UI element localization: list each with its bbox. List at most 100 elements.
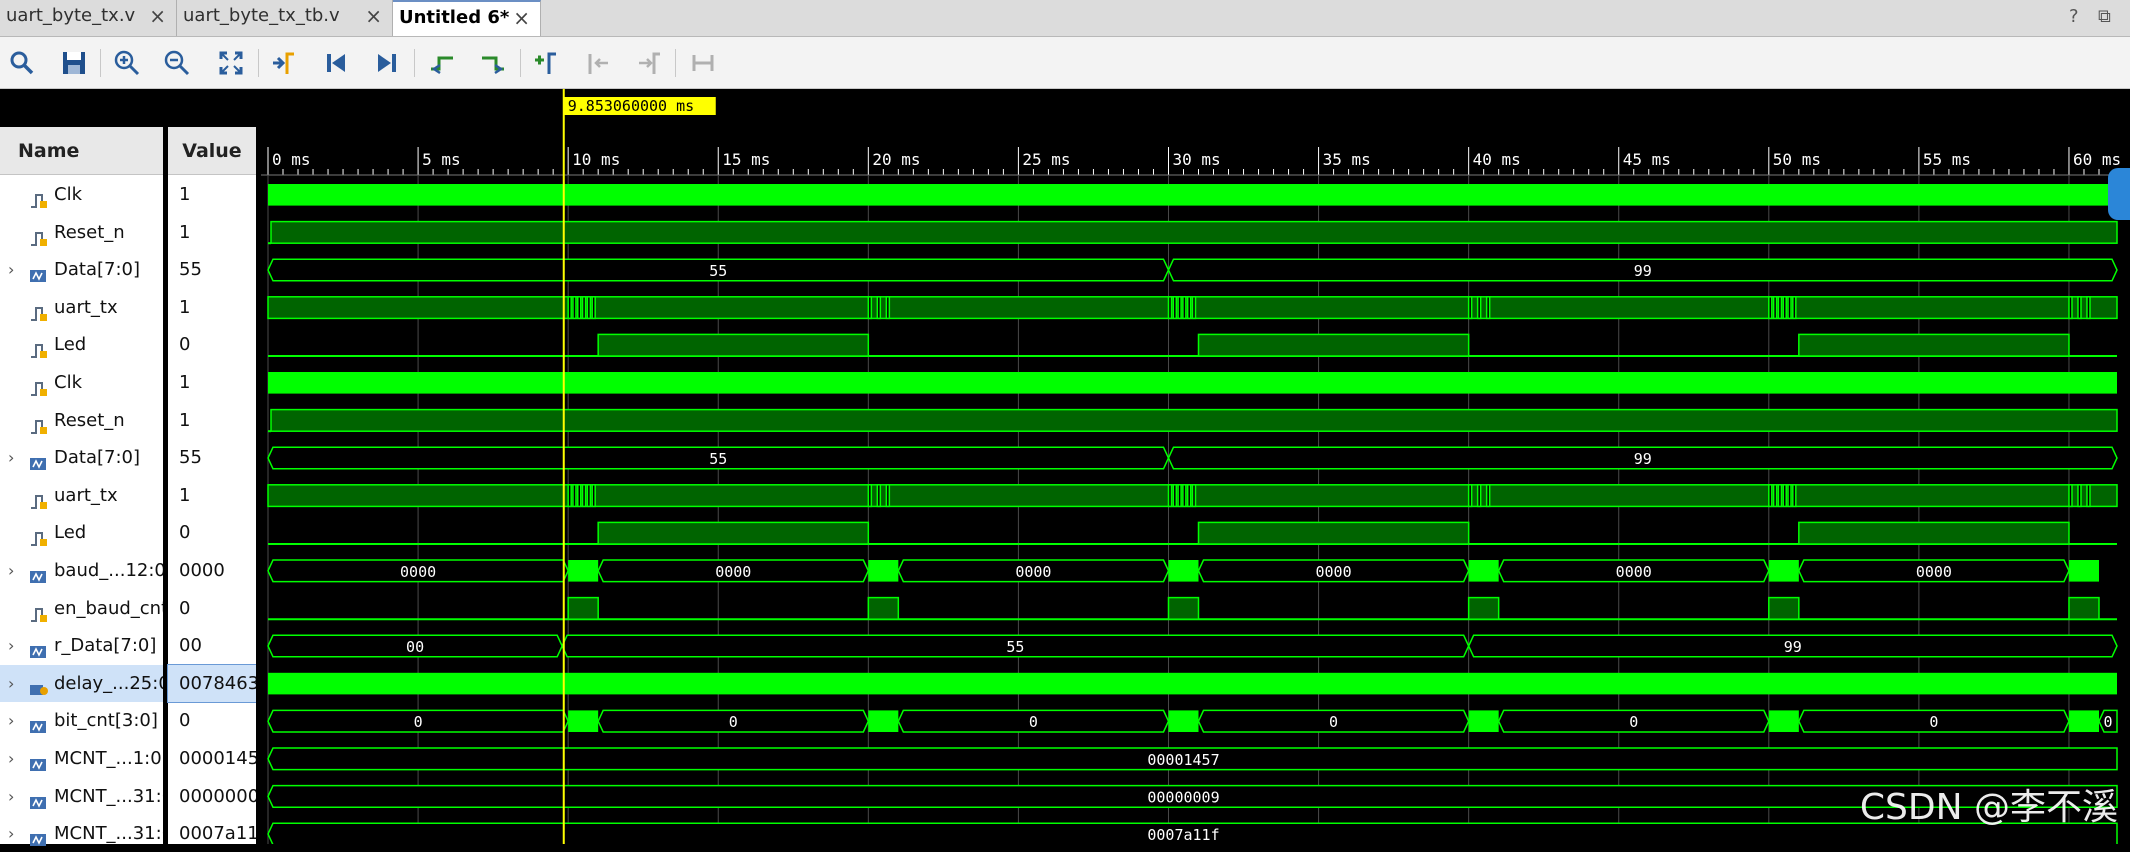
go-to-time-0-icon[interactable] <box>322 49 350 77</box>
tab-uart-byte-tx[interactable]: uart_byte_tx.v × <box>0 0 177 36</box>
signal-row[interactable]: Led <box>0 326 163 363</box>
chevron-right-icon[interactable]: › <box>8 439 14 476</box>
signal-row[interactable]: › r_Data[7:0] <box>0 627 163 664</box>
chevron-right-icon[interactable]: › <box>8 740 14 777</box>
signal-name: uart_tx <box>54 296 118 318</box>
close-icon[interactable]: × <box>365 0 382 32</box>
ruler-tick-label: 10 ms <box>572 150 620 169</box>
bus-signal-icon <box>29 750 49 771</box>
signal-row[interactable]: Clk <box>0 176 163 213</box>
dense-transition-block <box>568 710 599 732</box>
bus-value-label: 0000 <box>1015 563 1051 581</box>
chevron-right-icon[interactable]: › <box>8 627 14 664</box>
signal-value[interactable]: 1 <box>168 477 256 514</box>
chevron-right-icon[interactable]: › <box>8 665 14 702</box>
signal-value[interactable]: 00001457 <box>168 740 256 777</box>
search-icon[interactable] <box>8 49 36 77</box>
signal-value[interactable]: 0 <box>168 514 256 551</box>
signal-value[interactable]: 55 <box>168 439 256 476</box>
bus-value-label: 0000 <box>1316 563 1352 581</box>
bus-signal-icon <box>29 637 49 659</box>
dense-transition-block <box>1168 560 1199 582</box>
chevron-right-icon[interactable]: › <box>8 778 14 815</box>
chevron-right-icon[interactable]: › <box>8 702 14 739</box>
signal-row[interactable]: Reset_n <box>0 214 163 251</box>
signal-value[interactable]: 0 <box>168 702 256 739</box>
signal-row[interactable]: › Data[7:0] <box>0 439 163 476</box>
uart-bit-pulse <box>2086 296 2091 320</box>
add-marker-icon[interactable] <box>532 49 560 77</box>
dense-bus-signal-icon <box>29 675 49 695</box>
signal-value[interactable]: 1 <box>168 364 256 401</box>
signal-row[interactable]: › Data[7:0] <box>0 251 163 288</box>
bus-signal-icon <box>29 788 49 809</box>
signal-row[interactable]: en_baud_cnt <box>0 590 163 627</box>
close-icon[interactable]: × <box>513 2 530 34</box>
signal-value[interactable]: 1 <box>168 289 256 326</box>
restore-icon[interactable]: ⧉ <box>2098 6 2111 27</box>
collapse-panel-handle[interactable] <box>2108 168 2130 220</box>
close-icon[interactable]: × <box>149 0 166 32</box>
uart-bit-pulse <box>586 296 592 320</box>
bus-value-label: 0007a11f <box>1147 826 1219 844</box>
bus-value-label: 0 <box>1629 713 1638 731</box>
signal-value[interactable]: 1 <box>168 176 256 213</box>
go-to-cursor-icon[interactable] <box>270 49 298 77</box>
signal-row[interactable]: › bit_cnt[3:0] <box>0 702 163 739</box>
signal-row[interactable]: › MCNT_...31:0 <box>0 815 163 852</box>
previous-transition-icon[interactable] <box>428 49 456 77</box>
signal-value[interactable]: 00 <box>168 627 256 664</box>
signal-row[interactable]: uart_tx <box>0 289 163 326</box>
waveform-viewer[interactable]: 0 ms 5 ms 10 ms 15 ms 20 ms 25 ms 30 ms 35 ms 40… <box>261 89 2130 846</box>
signal-row[interactable]: Clk <box>0 364 163 401</box>
signal-row[interactable]: Led <box>0 514 163 551</box>
zoom-in-icon[interactable] <box>113 49 141 77</box>
signal-value[interactable]: 0007a11f <box>168 815 256 852</box>
chevron-right-icon[interactable]: › <box>8 815 14 852</box>
name-column-header[interactable]: Name <box>0 127 163 175</box>
uart-bit-pulse <box>1485 484 1491 508</box>
clock-wave <box>268 372 2117 394</box>
bus-signal-icon <box>29 562 49 583</box>
signal-value[interactable]: 1 <box>168 214 256 251</box>
signal-row[interactable]: Reset_n <box>0 402 163 439</box>
next-transition-icon[interactable] <box>479 49 507 77</box>
tab-untitled-6[interactable]: Untitled 6* × <box>393 0 541 36</box>
zoom-out-icon[interactable] <box>163 49 191 77</box>
save-icon[interactable] <box>60 49 88 77</box>
uart-bit-pulse <box>1777 484 1783 508</box>
bus-value-label: 0 <box>1329 713 1338 731</box>
signal-value[interactable]: 55 <box>168 251 256 288</box>
tab-uart-byte-tx-tb[interactable]: uart_byte_tx_tb.v × <box>177 0 393 36</box>
signal-row[interactable]: › baud_...12:0] <box>0 552 163 589</box>
signal-value-text: 0 <box>179 334 191 356</box>
go-to-last-time-icon[interactable] <box>373 49 401 77</box>
signal-value[interactable]: 0078463 <box>167 663 257 703</box>
signal-value[interactable]: 1 <box>168 402 256 439</box>
ruler-tick-label: 0 ms <box>272 150 311 169</box>
value-column-header[interactable]: Value <box>168 127 256 175</box>
signal-row[interactable]: › MCNT_...1:0] <box>0 740 163 777</box>
signal-row[interactable]: uart_tx <box>0 477 163 514</box>
zoom-fit-icon[interactable] <box>217 49 245 77</box>
signal-name: MCNT_...31:0 <box>54 823 163 845</box>
chevron-right-icon[interactable]: › <box>8 552 14 589</box>
uart-bit-pulse <box>876 296 882 320</box>
uart-bit-pulse <box>1167 296 1173 320</box>
signal-value[interactable]: 0000 <box>168 552 256 589</box>
signal-value[interactable]: 00000009 <box>168 778 256 815</box>
value-header-spacer <box>168 89 256 127</box>
signal-value-text: 0000 <box>179 560 225 581</box>
bit-signal-icon <box>29 524 49 547</box>
uart-bit-pulse <box>2077 484 2082 508</box>
signal-row[interactable]: › MCNT_...31:0 <box>0 778 163 815</box>
signal-value[interactable]: 0 <box>168 326 256 363</box>
signal-row[interactable]: › delay_...25:0] <box>0 664 163 702</box>
signal-value[interactable]: 0 <box>168 590 256 627</box>
help-icon[interactable]: ? <box>2069 6 2079 27</box>
waveform-canvas[interactable]: 0 ms 5 ms 10 ms 15 ms 20 ms 25 ms 30 ms 35 ms 40… <box>261 89 2130 846</box>
signal-name: Data[7:0] <box>54 259 140 281</box>
chevron-right-icon[interactable]: › <box>8 251 14 288</box>
signal-name: delay_...25:0] <box>54 672 163 694</box>
uart-bit-pulse <box>2068 484 2073 508</box>
